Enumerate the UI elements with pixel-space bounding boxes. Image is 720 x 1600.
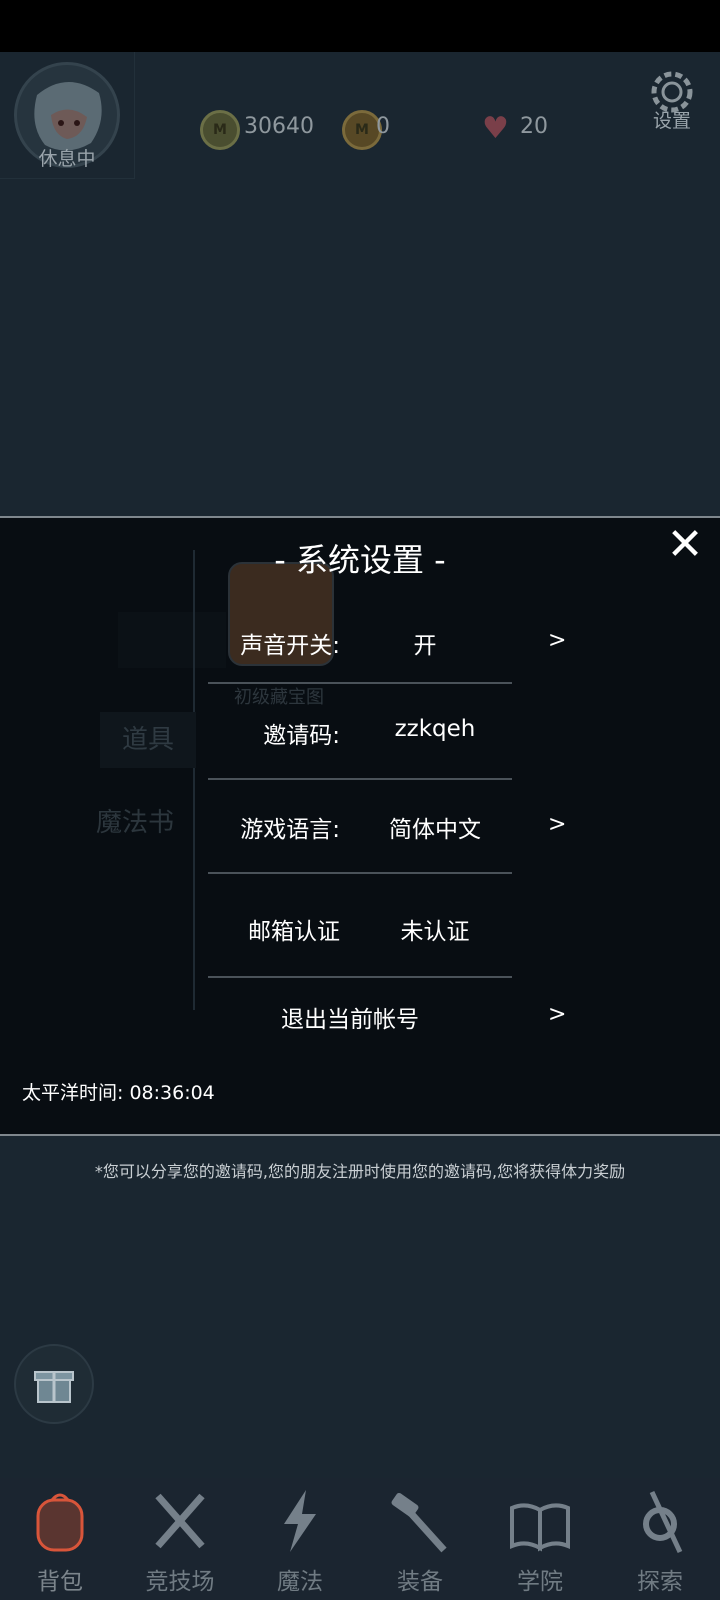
invite-code-label: 邀请码:: [263, 723, 340, 749]
heart-icon: ♥: [482, 111, 509, 146]
compass-icon: [643, 1490, 683, 1554]
game-language-value[interactable]: 简体中文: [370, 810, 500, 844]
lightning-icon: [284, 1490, 316, 1552]
gift-icon[interactable]: [14, 1344, 94, 1424]
email-verify-label: 邮箱认证: [248, 919, 340, 945]
nav-label: 探索: [637, 1569, 683, 1595]
invite-code-value: zzkqeh: [394, 716, 476, 742]
background-item-label: 初级藏宝图: [234, 687, 324, 708]
sound-toggle-label: 声音开关:: [240, 633, 340, 659]
background-tab-props: 道具: [100, 712, 196, 768]
gold-coin-icon: M: [200, 110, 240, 150]
stamina-amount: 20: [520, 114, 548, 139]
nav-label: 装备: [397, 1569, 443, 1595]
nav-magic[interactable]: 魔法: [240, 1478, 360, 1600]
row-separator: [208, 872, 512, 874]
sound-toggle-value[interactable]: 开: [380, 626, 470, 660]
nav-academy[interactable]: 学院: [480, 1478, 600, 1600]
status-bar: [0, 0, 720, 52]
settings-label[interactable]: 设置: [640, 106, 704, 133]
nav-backpack[interactable]: 背包: [0, 1478, 120, 1600]
nav-arena[interactable]: 竞技场: [120, 1478, 240, 1600]
gem-amount: 0: [376, 114, 390, 139]
crossed-swords-icon: [155, 1493, 205, 1549]
game-language-arrow[interactable]: >: [548, 812, 566, 837]
nav-label: 竞技场: [145, 1569, 215, 1595]
close-icon[interactable]: ✕: [662, 522, 708, 568]
nav-explore[interactable]: 探索: [600, 1478, 720, 1600]
nav-label: 学院: [517, 1569, 563, 1595]
sound-toggle-arrow[interactable]: >: [548, 628, 566, 653]
invite-reward-note: *您可以分享您的邀请码,您的朋友注册时使用您的邀请码,您将获得体力奖励: [94, 1162, 626, 1181]
background-divider: [193, 550, 195, 1010]
row-separator: [208, 976, 512, 978]
modal-title: - 系统设置 -: [274, 541, 446, 579]
row-separator: [208, 778, 512, 780]
open-book-icon: [510, 1503, 570, 1552]
logout-button[interactable]: 退出当前帐号: [260, 1000, 440, 1034]
logout-arrow[interactable]: >: [548, 1002, 566, 1027]
email-verify-value[interactable]: 未认证: [380, 912, 490, 946]
row-separator: [208, 682, 512, 684]
background-tab-magic-book: 魔法书: [96, 808, 175, 838]
nav-label: 背包: [37, 1569, 83, 1595]
nav-equipment[interactable]: 装备: [360, 1478, 480, 1600]
hammer-icon: [391, 1492, 447, 1553]
pacific-time-clock: 太平洋时间: 08:36:04: [22, 1082, 215, 1104]
nav-label: 魔法: [277, 1569, 323, 1595]
bottom-nav: 背包 竞技场 魔法 装备 学院 探索: [0, 1478, 720, 1600]
avatar-status-label: 休息中: [38, 148, 96, 170]
game-language-label: 游戏语言:: [240, 817, 340, 843]
gold-amount: 30640: [244, 114, 314, 139]
backpack-icon: [36, 1493, 84, 1552]
